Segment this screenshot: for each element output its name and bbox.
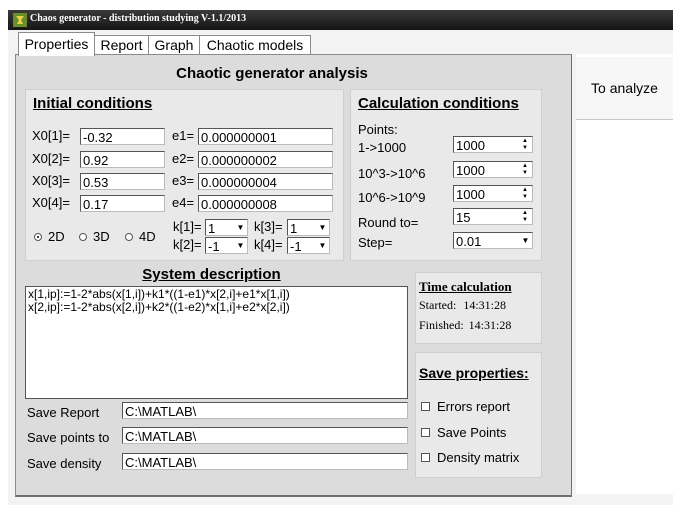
points-label: Points:: [358, 122, 398, 137]
range-1-spinner[interactable]: 1000 ▲ ▼: [453, 136, 533, 153]
finished-label: Finished:: [419, 318, 464, 332]
finished-row: Finished: 14:31:28: [419, 318, 511, 333]
chevron-down-icon: ▼: [236, 223, 245, 232]
chevron-down-icon: ▼: [318, 223, 327, 232]
e2-input[interactable]: 0.000000002: [198, 151, 333, 168]
equation-line-2: x[2,ip]:=1-2*abs(x[2,i])+k2*((1-e2)*x[1,…: [28, 300, 290, 314]
e4-input[interactable]: 0.000000008: [198, 195, 333, 212]
k3-label: k[3]=: [254, 219, 283, 234]
radio-4d-label: 4D: [139, 229, 156, 244]
started-label: Started:: [419, 298, 457, 312]
started-value: 14:31:28: [463, 298, 506, 312]
step-label: Step=: [358, 235, 393, 250]
save-points-label: Save points to: [27, 430, 110, 445]
round-to-label: Round to=: [358, 215, 419, 230]
range-3-spinner[interactable]: 1000 ▲ ▼: [453, 185, 533, 202]
radio-3d[interactable]: [79, 233, 87, 241]
k1-select[interactable]: 1 ▼: [205, 219, 248, 236]
spinner-arrows-icon[interactable]: ▲ ▼: [520, 187, 530, 201]
system-description-heading: System description: [142, 266, 281, 283]
round-to-spinner[interactable]: 15 ▲ ▼: [453, 208, 533, 225]
tab-chaotic-models[interactable]: Chaotic models: [199, 35, 311, 55]
k2-label: k[2]=: [173, 237, 202, 252]
save-points-option-label: Save Points: [437, 425, 507, 440]
system-description-textarea[interactable]: x[1,ip]:=1-2*abs(x[1,i])+k1*((1-e1)*x[2,…: [25, 286, 408, 399]
k4-label: k[4]=: [254, 237, 283, 252]
app-icon: [13, 13, 27, 27]
range-3-label: 10^6->10^9: [358, 190, 426, 205]
window-title: Chaos generator - distribution studying …: [30, 13, 247, 24]
range-2-spinner[interactable]: 1000 ▲ ▼: [453, 161, 533, 178]
range-2-label: 10^3->10^6: [358, 166, 426, 181]
x0-2-label: X0[2]=: [32, 151, 70, 166]
density-matrix-label: Density matrix: [437, 450, 520, 465]
e4-label: e4=: [172, 195, 195, 210]
x0-1-label: X0[1]=: [32, 128, 70, 143]
save-report-label: Save Report: [27, 405, 100, 420]
range-1-label: 1->1000: [358, 140, 407, 155]
e3-label: e3=: [172, 173, 195, 188]
x0-3-input[interactable]: 0.53: [80, 173, 165, 190]
k4-select[interactable]: -1 ▼: [287, 237, 330, 254]
k3-select[interactable]: 1 ▼: [287, 219, 330, 236]
finished-value: 14:31:28: [468, 318, 512, 332]
radio-3d-label: 3D: [93, 229, 110, 244]
e1-input[interactable]: 0.000000001: [198, 128, 333, 145]
save-density-input[interactable]: C:\MATLAB\: [122, 453, 408, 470]
x0-3-label: X0[3]=: [32, 173, 70, 188]
save-density-label: Save density: [27, 456, 102, 471]
e1-label: e1=: [172, 128, 195, 143]
e2-label: e2=: [172, 151, 195, 166]
tab-graph[interactable]: Graph: [148, 35, 200, 55]
chevron-down-icon: ▼: [236, 241, 245, 250]
errors-report-checkbox[interactable]: [421, 402, 430, 411]
started-row: Started: 14:31:28: [419, 298, 506, 313]
save-properties-heading: Save properties:: [419, 365, 529, 381]
spinner-arrows-icon[interactable]: ▲ ▼: [520, 210, 530, 224]
time-calculation-heading: Time calculation: [419, 279, 512, 294]
radio-2d-label: 2D: [48, 229, 65, 244]
x0-4-input[interactable]: 0.17: [80, 195, 165, 212]
save-points-checkbox[interactable]: [421, 428, 430, 437]
x0-4-label: X0[4]=: [32, 195, 70, 210]
right-panel: [576, 54, 673, 494]
analyze-button[interactable]: To analyze: [576, 57, 673, 120]
chevron-down-icon: ▼: [318, 241, 327, 250]
initial-conditions-heading: Initial conditions: [33, 95, 153, 112]
density-matrix-checkbox[interactable]: [421, 453, 430, 462]
radio-4d[interactable]: [125, 233, 133, 241]
spinner-arrows-icon[interactable]: ▲ ▼: [520, 138, 530, 152]
title-bar: Chaos generator - distribution studying …: [8, 10, 673, 30]
tab-report[interactable]: Report: [94, 35, 149, 55]
x0-1-input[interactable]: -0.32: [80, 128, 165, 145]
tab-properties[interactable]: Properties: [18, 32, 95, 56]
panel-title: Chaotic generator analysis: [176, 65, 368, 82]
radio-2d[interactable]: [34, 233, 42, 241]
save-report-input[interactable]: C:\MATLAB\: [122, 402, 408, 419]
step-select[interactable]: 0.01 ▼: [453, 232, 533, 249]
k2-select[interactable]: -1 ▼: [205, 237, 248, 254]
k1-label: k[1]=: [173, 219, 202, 234]
x0-2-input[interactable]: 0.92: [80, 151, 165, 168]
spinner-arrows-icon[interactable]: ▲ ▼: [520, 163, 530, 177]
e3-input[interactable]: 0.000000004: [198, 173, 333, 190]
save-points-input[interactable]: C:\MATLAB\: [122, 427, 408, 444]
errors-report-label: Errors report: [437, 399, 510, 414]
calculation-conditions-heading: Calculation conditions: [358, 95, 519, 112]
chevron-down-icon: ▼: [521, 236, 530, 245]
